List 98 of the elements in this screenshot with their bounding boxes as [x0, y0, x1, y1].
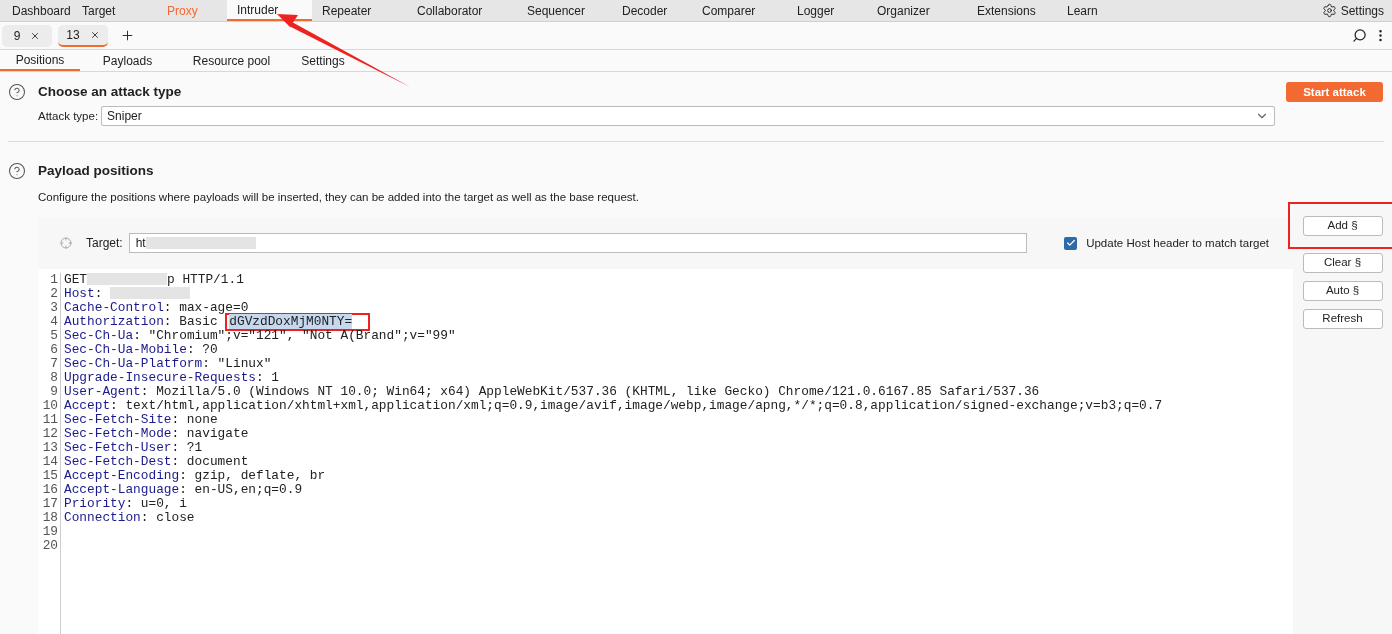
nav-tab[interactable]: Comparer: [692, 0, 787, 21]
line-number: 13: [41, 440, 58, 455]
code-text: : u=0, i: [125, 495, 187, 511]
line-number: 12: [41, 426, 58, 441]
code-text: : Mozilla/5.0 (Windows NT 10.0; Win64; x64) AppleWebKit/537.36 (KHTML, like Gecko) Chrome/121.0.6167.85 Safari/537.36: [140, 383, 1040, 399]
crosshair-icon: [60, 237, 72, 250]
editor-button[interactable]: Clear §: [1302, 252, 1383, 273]
line-number: 20: [41, 538, 58, 553]
nav-tab[interactable]: Decoder: [612, 0, 692, 21]
editor-button[interactable]: Add §: [1302, 215, 1383, 236]
request-tab[interactable]: 9: [2, 24, 52, 47]
request-tab[interactable]: 13: [58, 24, 108, 47]
header-name: Sec-Fetch-Mode: [64, 425, 172, 441]
line-number: 11: [41, 412, 58, 427]
line-number: 14: [41, 454, 58, 469]
line-number: 15: [41, 468, 58, 483]
code-text: : "Linux": [202, 355, 272, 371]
nav-tab[interactable]: Intruder: [227, 0, 312, 21]
section-title: Choose an attack type: [38, 83, 182, 101]
line-number: 5: [49, 328, 58, 343]
header-name: Accept-Encoding: [64, 467, 180, 483]
editor-button[interactable]: Refresh: [1302, 308, 1383, 329]
nav-tab[interactable]: Learn: [1057, 0, 1127, 21]
line-number: 9: [49, 384, 58, 399]
code-text: : max-age=0: [163, 299, 249, 315]
header-name: User-Agent: [64, 383, 141, 399]
line-number: 16: [41, 482, 58, 497]
line-number: 10: [41, 398, 58, 413]
code-text: : Basic: [163, 313, 218, 329]
code-text: : ?1: [171, 439, 203, 455]
code-text: : ?0: [186, 341, 218, 357]
nav-tab[interactable]: Extensions: [967, 0, 1057, 21]
nav-tab[interactable]: Sequencer: [517, 0, 612, 21]
header-name: Sec-Ch-Ua: [64, 327, 134, 343]
nav-tab[interactable]: Dashboard: [2, 0, 72, 21]
header-name: Priority: [64, 495, 126, 511]
header-name: Accept: [64, 397, 111, 413]
code-text: : gzip, deflate, br: [179, 467, 326, 483]
help-icon[interactable]: [8, 162, 26, 181]
nav-tab[interactable]: Target: [72, 0, 157, 21]
code-text: : close: [140, 509, 195, 525]
selected-text: dGVzdDoxMjM0NTY=: [229, 313, 353, 329]
close-icon: [30, 30, 41, 41]
sub-tab[interactable]: Payloads: [80, 50, 175, 71]
sub-tab[interactable]: Positions: [0, 50, 80, 71]
attack-type-dropdown[interactable]: Sniper: [101, 106, 1275, 127]
sub-tab[interactable]: Resource pool: [175, 50, 288, 71]
line-number: 19: [41, 524, 58, 539]
header-name: Connection: [64, 509, 141, 525]
header-name: Sec-Fetch-User: [64, 439, 172, 455]
search-icon[interactable]: [1352, 28, 1367, 43]
line-number: 17: [41, 496, 58, 511]
code-text: : text/html,application/xhtml+xml,application/xml;q=0.9,image/avif,image/webp,image/apng,*/*;q=0.8,application/signed-exchange;v=b3;q=0.7: [110, 397, 1163, 413]
code-text: : 1: [256, 369, 280, 385]
sub-tab[interactable]: Settings: [288, 50, 358, 71]
check-icon: [1065, 238, 1076, 249]
add-tab-icon[interactable]: [120, 28, 135, 43]
settings-icon: [1321, 3, 1337, 18]
nav-tab[interactable]: Collaborator: [407, 0, 517, 21]
section-description: Configure the positions where payloads will be inserted, they can be added into the target as well as the base request.: [38, 189, 640, 205]
line-number: 7: [49, 356, 58, 371]
header-name: Sec-Fetch-Site: [64, 411, 172, 427]
code-text: : en-US,en;q=0.9: [179, 481, 303, 497]
line-number: 4: [49, 314, 58, 329]
line-number: 2: [49, 286, 58, 301]
target-field[interactable]: ht: [128, 233, 1027, 254]
checkbox-label: Update Host header to match target: [1086, 235, 1269, 251]
code-text: GET: [64, 271, 88, 287]
nav-tab[interactable]: Repeater: [312, 0, 407, 21]
close-icon: [89, 29, 100, 40]
code-text: : "Chromium";v="121", "Not A(Brand";v="99": [133, 327, 456, 343]
header-name: Accept-Language: [64, 481, 180, 497]
header-name: Sec-Fetch-Dest: [64, 453, 172, 469]
settings-button[interactable]: Settings: [1321, 0, 1392, 21]
code-text: : document: [171, 453, 249, 469]
nav-tab[interactable]: Organizer: [867, 0, 967, 21]
line-number: 18: [41, 510, 58, 525]
line-number: 8: [49, 370, 58, 385]
header-name: Authorization: [64, 313, 164, 329]
update-host-checkbox[interactable]: [1064, 236, 1078, 250]
nav-tab[interactable]: Logger: [787, 0, 867, 21]
editor-button[interactable]: Auto §: [1302, 280, 1383, 301]
line-number: 1: [49, 272, 58, 287]
header-name: Host: [64, 285, 95, 301]
attack-type-label: Attack type:: [38, 108, 99, 124]
code-text: p HTTP/1.1: [167, 271, 244, 287]
header-name: Sec-Ch-Ua-Mobile: [64, 341, 187, 357]
target-label: Target:: [86, 235, 123, 253]
line-number: 6: [49, 342, 58, 357]
header-name: Cache-Control: [64, 299, 164, 315]
code-text: :: [94, 285, 104, 301]
code-text: : none: [171, 411, 218, 427]
help-icon[interactable]: [8, 83, 26, 102]
header-name: Upgrade-Insecure-Requests: [64, 369, 256, 385]
section-title: Payload positions: [38, 162, 154, 181]
code-text: : navigate: [171, 425, 249, 441]
header-name: Sec-Ch-Ua-Platform: [64, 355, 203, 371]
line-number: 3: [49, 300, 58, 315]
